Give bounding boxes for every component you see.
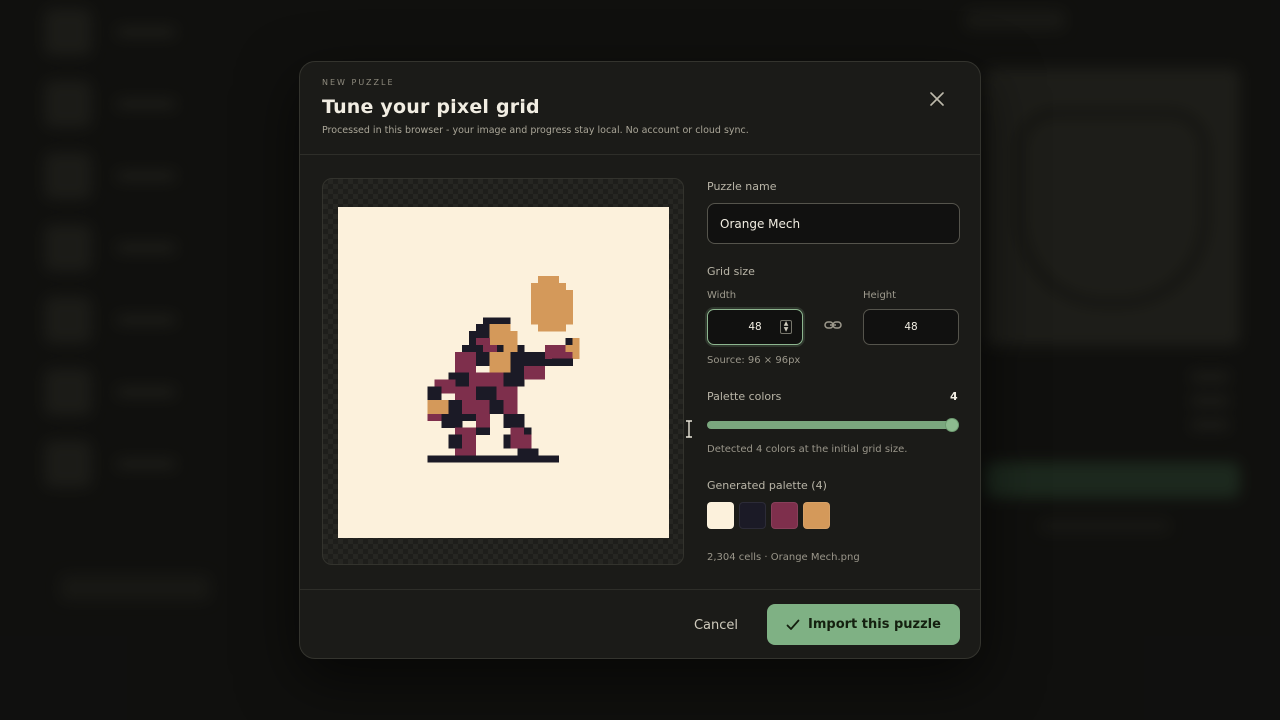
preview-frame [322,178,684,565]
close-icon [930,92,944,106]
palette-swatch[interactable] [739,502,766,529]
pixel-art-image [427,275,580,463]
height-value: 48 [904,321,918,333]
palette-hint: Detected 4 colors at the initial grid si… [707,444,908,455]
header-divider [300,154,980,155]
text-cursor-icon [686,420,692,438]
width-input[interactable]: 48 ▲ ▼ [707,309,803,345]
height-input[interactable]: 48 [863,309,959,345]
generated-palette-label: Generated palette (4) [707,479,827,492]
import-button-label: Import this puzzle [808,617,941,632]
link-aspect-icon[interactable] [823,315,843,335]
height-label: Height [863,290,897,301]
palette-colors-label: Palette colors [707,390,782,403]
puzzle-name-input[interactable] [707,203,960,244]
width-value: 48 [748,321,762,333]
dialog-subtitle: Processed in this browser - your image a… [322,125,749,136]
close-button[interactable] [926,88,948,110]
pixel-art-preview [338,207,669,538]
grid-size-label: Grid size [707,265,755,278]
stepper-down-icon[interactable]: ▼ [784,327,789,333]
cancel-button[interactable]: Cancel [686,607,746,643]
footer-divider [300,589,980,590]
dialog-title: Tune your pixel grid [322,96,540,118]
palette-swatch[interactable] [707,502,734,529]
puzzle-name-label: Puzzle name [707,180,777,193]
palette-colors-slider[interactable] [707,421,959,429]
palette-swatches [707,502,830,529]
import-puzzle-dialog: NEW PUZZLE Tune your pixel grid Processe… [299,61,981,659]
width-stepper[interactable]: ▲ ▼ [780,320,792,334]
palette-swatch[interactable] [771,502,798,529]
import-button[interactable]: Import this puzzle [767,604,960,645]
source-size-hint: Source: 96 × 96px [707,355,801,366]
dialog-eyebrow: NEW PUZZLE [322,78,395,87]
width-label: Width [707,290,737,301]
file-info: 2,304 cells · Orange Mech.png [707,552,860,563]
palette-colors-slider-thumb[interactable] [945,418,959,432]
palette-colors-value: 4 [950,390,958,403]
palette-swatch[interactable] [803,502,830,529]
checkmark-icon [786,619,800,630]
